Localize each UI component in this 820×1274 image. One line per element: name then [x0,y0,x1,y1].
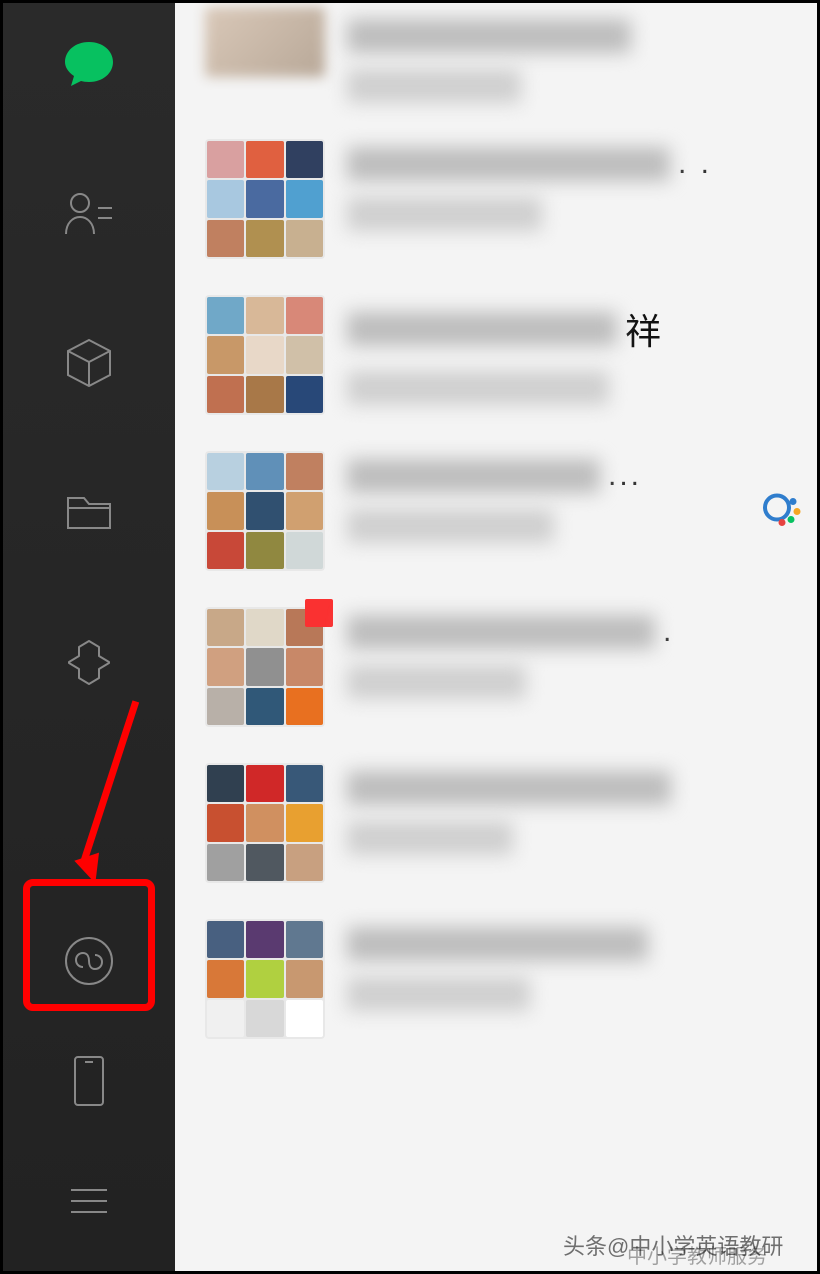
contacts-icon [62,190,116,236]
sidebar-item-menu[interactable] [59,1171,119,1231]
sidebar-item-favorites[interactable] [59,333,119,393]
chat-row-content: ... [347,451,797,543]
chat-row[interactable] [175,745,817,901]
avatar [205,139,325,259]
chat-row[interactable] [175,901,817,1057]
chat-title-redacted [347,927,648,961]
chat-title-redacted [347,312,617,346]
avatar [205,295,325,415]
chat-row-content: . . [347,139,797,231]
chat-row-content [347,919,797,1011]
chat-row-content: 祥 [347,295,797,405]
chat-row[interactable]: 祥 [175,277,817,433]
folder-icon [64,492,114,534]
sidebar-item-contacts[interactable] [59,183,119,243]
chat-preview-redacted [347,821,513,855]
sidebar [3,3,175,1271]
avatar [205,451,325,571]
sidebar-item-chat[interactable] [59,33,119,93]
chat-row[interactable]: . [175,589,817,745]
avatar [205,763,325,883]
chat-icon [61,38,117,88]
chat-row[interactable] [175,3,817,121]
chat-preview-redacted [347,69,521,103]
ellipsis: . [663,627,674,637]
phone-icon [71,1053,107,1109]
ellipsis: . . [678,159,712,169]
menu-icon [67,1184,111,1218]
sidebar-item-miniprogram[interactable] [59,931,119,991]
sidebar-item-files[interactable] [59,483,119,543]
wecom-icon [761,488,803,535]
chat-preview-redacted [347,371,609,405]
chat-title-redacted [347,615,655,649]
unread-badge [305,599,333,627]
sidebar-item-phone[interactable] [59,1051,119,1111]
chat-list[interactable]: . . 祥.... [175,3,817,1271]
chat-title-redacted [347,771,671,805]
cube-icon [64,336,114,390]
sidebar-item-browse[interactable] [59,633,119,693]
chat-row-content [347,11,797,103]
chat-preview-redacted [347,977,530,1011]
chat-row[interactable]: ... [175,433,817,589]
chat-title-suffix: 祥 [625,303,661,355]
ellipsis: ... [608,471,642,481]
chat-title-redacted [347,459,600,493]
chat-row[interactable]: . . [175,121,817,277]
chat-row-content [347,763,797,855]
hexaflower-icon [63,637,115,689]
watermark-2: 中小学教师服务 [627,1240,767,1269]
miniprogram-icon [63,935,115,987]
chat-row-content: . [347,607,797,699]
chat-preview-redacted [347,509,554,543]
avatar [205,919,325,1039]
chat-preview-redacted [347,197,542,231]
chat-title-redacted [347,19,631,53]
chat-title-redacted [347,147,670,181]
chat-preview-redacted [347,665,526,699]
avatar [205,607,325,727]
avatar [205,7,325,77]
